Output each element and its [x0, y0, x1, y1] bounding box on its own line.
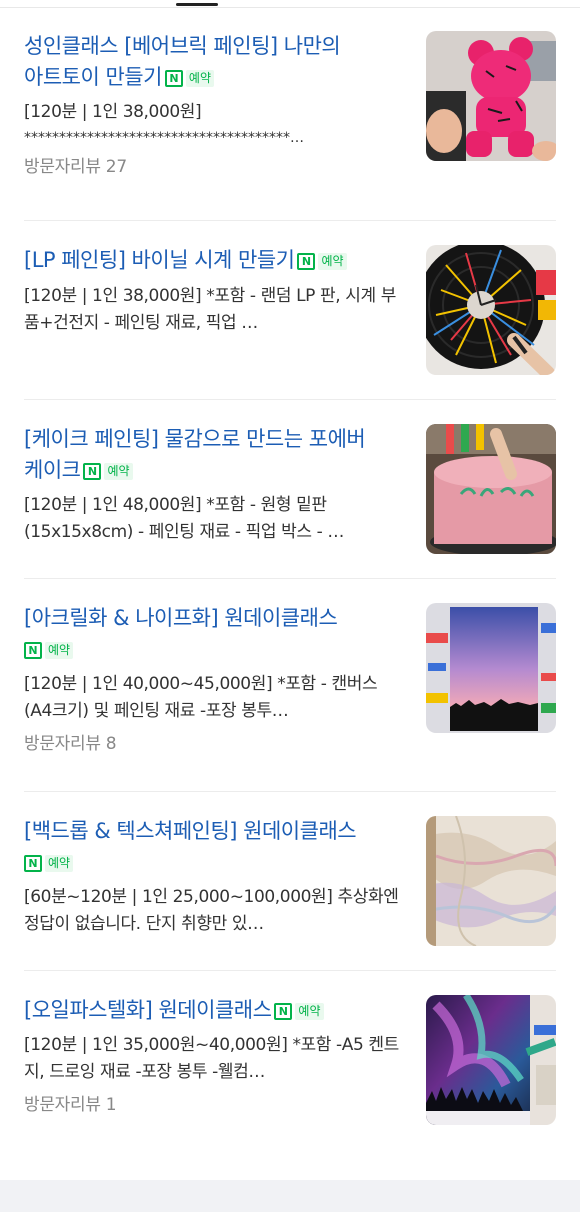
booking-label: 예약: [318, 253, 347, 270]
list-item[interactable]: [LP 페인팅] 바이닐 시계 만들기 N 예약 [120분 | 1인 38,000…: [24, 221, 556, 400]
list-item[interactable]: [아크릴화 & 나이프화] 원데이클래스 N 예약 [120분 | 1인 40,00…: [24, 579, 556, 792]
naver-n-icon: N: [83, 463, 102, 480]
naver-n-icon: N: [274, 1003, 293, 1020]
naver-n-icon: N: [297, 253, 316, 270]
sunset-painting-image: [426, 603, 556, 733]
item-description: [60분~120분 | 1인 25,000~100,000원] 추상화엔 정답이…: [24, 887, 399, 934]
booking-label: 예약: [185, 70, 215, 87]
naver-n-icon: N: [24, 855, 42, 872]
booking-label: 예약: [45, 642, 74, 659]
item-thumbnail[interactable]: [426, 995, 556, 1125]
naver-booking-badge: N 예약: [297, 253, 347, 270]
naver-booking-badge: N 예약: [24, 855, 74, 872]
naver-n-icon: N: [164, 70, 183, 87]
item-description: **************************************…: [24, 130, 304, 146]
visitor-review-count[interactable]: 방문자리뷰 27: [24, 154, 400, 180]
item-title-text[interactable]: [케이크 페인팅] 물감으로 만드는 포에버 케이크: [24, 427, 366, 482]
aurora-drawing-image: [426, 995, 556, 1125]
vinyl-clock-image: [426, 245, 556, 375]
visitor-review-count[interactable]: 방문자리뷰 8: [24, 731, 400, 757]
texture-painting-image: [426, 816, 556, 946]
item-title[interactable]: [케이크 페인팅] 물감으로 만드는 포에버 케이크 N 예약: [24, 424, 400, 486]
drag-handle[interactable]: [176, 3, 218, 6]
list-item[interactable]: [오일파스텔화] 원데이클래스 N 예약 [120분 | 1인 35,000원~40…: [24, 971, 556, 1171]
item-title[interactable]: 성인클래스 [베어브릭 페인팅] 나만의 아트토이 만들기 N 예약: [24, 31, 400, 93]
item-title[interactable]: [오일파스텔화] 원데이클래스 N 예약: [24, 995, 400, 1026]
item-price: [120분 | 1인 38,000원]: [24, 102, 202, 122]
item-description: [120분 | 1인 35,000원~40,000원] *포함 -A5 켄트지,…: [24, 1035, 399, 1082]
sheet-handle-bar[interactable]: [0, 0, 580, 8]
footer-spacer: [0, 1180, 580, 1212]
item-thumbnail[interactable]: [426, 31, 556, 161]
naver-booking-badge: N 예약: [274, 1003, 324, 1020]
item-thumbnail[interactable]: [426, 603, 556, 733]
item-thumbnail[interactable]: [426, 424, 556, 554]
booking-label: 예약: [45, 855, 74, 872]
item-title-text[interactable]: [아크릴화 & 나이프화] 원데이클래스: [24, 606, 338, 630]
item-title-text[interactable]: [오일파스텔화] 원데이클래스: [24, 998, 272, 1022]
pink-bearbrick-image: [426, 31, 556, 161]
list-item[interactable]: 성인클래스 [베어브릭 페인팅] 나만의 아트토이 만들기 N 예약 [120분 |…: [24, 8, 556, 221]
item-title-text[interactable]: [LP 페인팅] 바이닐 시계 만들기: [24, 248, 295, 272]
cake-painting-image: [426, 424, 556, 554]
visitor-review-count[interactable]: 방문자리뷰 1: [24, 1092, 400, 1118]
naver-booking-badge: N 예약: [83, 463, 133, 480]
booking-label: 예약: [295, 1003, 324, 1020]
item-thumbnail[interactable]: [426, 245, 556, 375]
list-item[interactable]: [백드롭 & 텍스쳐페인팅] 원데이클래스 N 예약 [60분~120분 | 1인 …: [24, 792, 556, 971]
item-description: [120분 | 1인 38,000원] *포함 - 랜덤 LP 판, 시계 부품…: [24, 286, 396, 333]
item-title-text[interactable]: [백드롭 & 텍스쳐페인팅] 원데이클래스: [24, 819, 357, 843]
naver-booking-badge: N 예약: [164, 70, 215, 87]
item-description: [120분 | 1인 40,000~45,000원] *포함 - 캔버스(A4크…: [24, 674, 378, 721]
class-list: 성인클래스 [베어브릭 페인팅] 나만의 아트토이 만들기 N 예약 [120분 |…: [0, 8, 580, 1171]
naver-n-icon: N: [24, 642, 42, 659]
item-thumbnail[interactable]: [426, 816, 556, 946]
item-title[interactable]: [아크릴화 & 나이프화] 원데이클래스 N 예약: [24, 603, 400, 665]
booking-label: 예약: [104, 463, 133, 480]
item-title[interactable]: [백드롭 & 텍스쳐페인팅] 원데이클래스 N 예약: [24, 816, 400, 878]
item-title[interactable]: [LP 페인팅] 바이닐 시계 만들기 N 예약: [24, 245, 400, 276]
naver-booking-badge: N 예약: [24, 642, 74, 659]
item-description: [120분 | 1인 48,000원] *포함 - 원형 밑판 (15x15x8…: [24, 495, 344, 542]
list-item[interactable]: [케이크 페인팅] 물감으로 만드는 포에버 케이크 N 예약 [120분 | 1인…: [24, 400, 556, 579]
